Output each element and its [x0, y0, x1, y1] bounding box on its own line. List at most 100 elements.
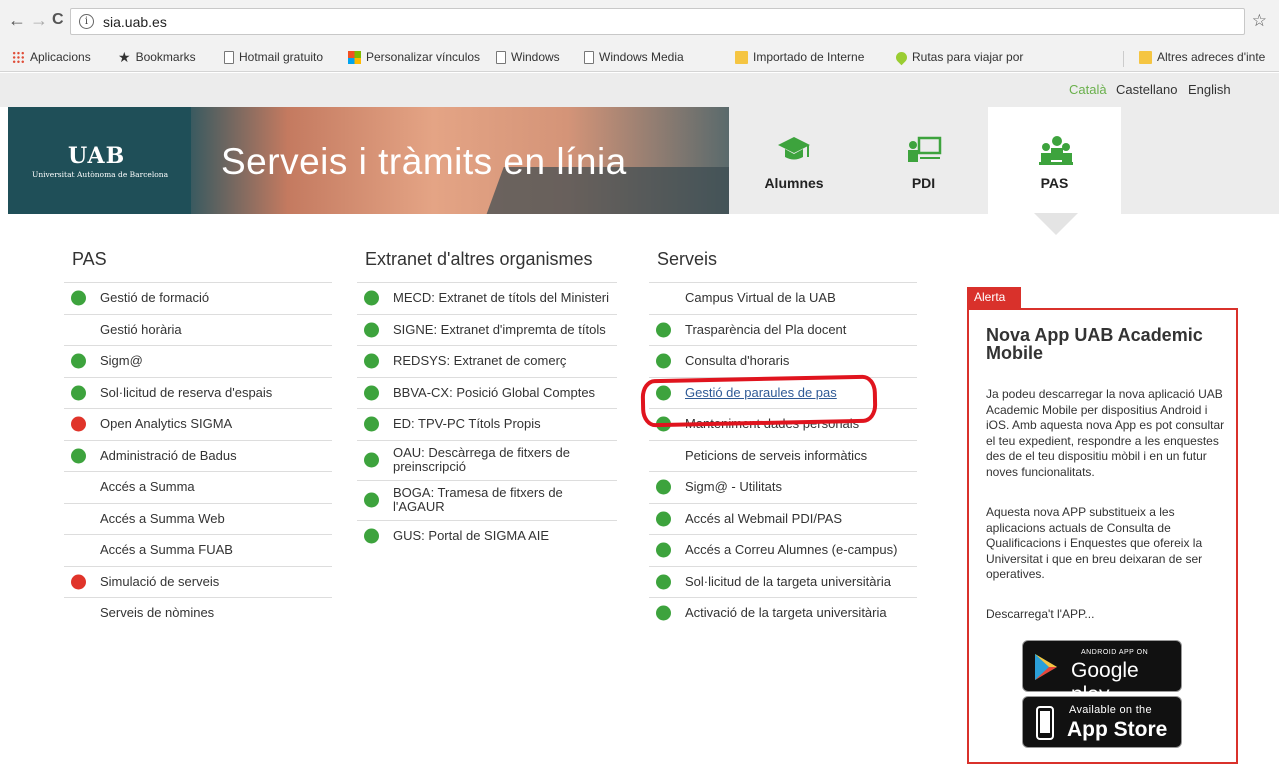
google-play-button[interactable]: ANDROID APP ON Google play: [1022, 640, 1182, 706]
list-item[interactable]: Campus Virtual de la UAB: [649, 282, 917, 314]
lang-english[interactable]: English: [1188, 82, 1231, 97]
address-bar[interactable]: i sia.uab.es: [70, 8, 1245, 35]
folder-icon: [1139, 50, 1152, 64]
status-green-icon: [656, 574, 671, 590]
google-play-icon: [1035, 654, 1057, 680]
bookmark-rutas[interactable]: Rutas para viajar por: [893, 49, 1024, 65]
list-item[interactable]: Sol·licitud de la targeta universitària: [649, 565, 917, 598]
bookmark-personalizar[interactable]: Personalizar vínculos: [348, 50, 480, 64]
item-label: Sigm@ - Utilitats: [685, 479, 782, 495]
item-label: MECD: Extranet de títols del Ministeri: [393, 290, 610, 306]
list-item[interactable]: GUS: Portal de SIGMA AIE: [357, 519, 617, 552]
status-green-icon: [364, 528, 379, 544]
list-item[interactable]: Open Analytics SIGMA: [64, 408, 332, 440]
list-item[interactable]: Trasparència del Pla docent: [649, 313, 917, 346]
lang-castellano[interactable]: Castellano: [1116, 82, 1177, 97]
forward-icon[interactable]: →: [30, 10, 48, 30]
bookmark-label: Rutas para viajar por: [912, 50, 1024, 64]
list-item[interactable]: Sol·licitud de reserva d'espais: [64, 376, 332, 409]
star-icon: ★: [118, 48, 131, 65]
site-info-icon[interactable]: i: [79, 14, 94, 29]
bookmark-separator: [1123, 51, 1124, 67]
active-tab-pointer: [1034, 213, 1078, 235]
item-label: Serveis de nòmines: [100, 605, 215, 621]
list-item[interactable]: BBVA-CX: Posició Global Comptes: [357, 376, 617, 409]
item-label: REDSYS: Extranet de comerç: [393, 353, 567, 369]
list-item[interactable]: Consulta d'horaris: [649, 345, 917, 377]
role-tabs: Alumnes PDI PAS: [729, 107, 1279, 214]
lang-catala[interactable]: Català: [1069, 82, 1107, 97]
list-item[interactable]: Simulació de serveis: [64, 565, 332, 598]
list-item[interactable]: SIGNE: Extranet d'impremta de títols: [357, 313, 617, 346]
item-label: OAU: Descàrrega de fitxers de preinscrip…: [393, 445, 571, 474]
status-green-icon: [656, 542, 671, 558]
status-green-icon: [656, 322, 671, 338]
item-label: Accés a Summa FUAB: [100, 542, 233, 558]
bookmark-label: Altres adreces d'inte: [1157, 50, 1266, 64]
bookmark-altres[interactable]: Altres adreces d'inte: [1139, 50, 1265, 64]
bookmark-label: Windows Media: [599, 50, 684, 64]
back-icon[interactable]: ←: [8, 10, 26, 30]
app-store-button[interactable]: Available on the App Store: [1022, 696, 1182, 748]
tab-pas[interactable]: PAS: [988, 107, 1121, 214]
bookmark-windows-media[interactable]: Windows Media: [584, 50, 684, 64]
list-item[interactable]: Sigm@ - Utilitats: [649, 471, 917, 503]
bookmark-hotmail[interactable]: Hotmail gratuito: [224, 50, 323, 64]
item-label: ED: TPV-PC Títols Propis: [393, 416, 541, 432]
list-item[interactable]: BOGA: Tramesa de fitxers de l'AGAUR: [357, 479, 617, 520]
list-item[interactable]: Administració de Badus: [64, 439, 332, 472]
apps-grid-icon: [12, 50, 25, 64]
status-green-icon: [364, 290, 379, 306]
bookmark-label: Bookmarks: [135, 50, 196, 64]
column-title: Extranet d'altres organismes: [365, 249, 593, 269]
list-item[interactable]: Accés a Summa: [64, 471, 332, 503]
item-label: Trasparència del Pla docent: [685, 321, 847, 337]
list-item[interactable]: MECD: Extranet de títols del Ministeri: [357, 282, 617, 314]
extranet-column: Extranet d'altres organismes MECD: Extra…: [357, 249, 617, 551]
list-item[interactable]: Gestió horària: [64, 313, 332, 346]
status-green-icon: [656, 479, 671, 495]
bookmark-bookmarks[interactable]: ★ Bookmarks: [118, 48, 196, 65]
list-item[interactable]: Peticions de serveis informàtics: [649, 439, 917, 472]
bookmark-aplicacions[interactable]: Aplicacions: [12, 50, 91, 64]
list-item[interactable]: Accés al Webmail PDI/PAS: [649, 502, 917, 535]
item-label: BOGA: Tramesa de fitxers de l'AGAUR: [393, 485, 563, 514]
alert-title: Nova App UAB Academic Mobile: [986, 325, 1203, 363]
folder-icon: [735, 50, 748, 64]
list-item[interactable]: OAU: Descàrrega de fitxers de preinscrip…: [357, 439, 617, 480]
bookmark-windows[interactable]: Windows: [496, 50, 560, 64]
status-green-icon: [71, 290, 86, 306]
list-item[interactable]: Accés a Summa FUAB: [64, 534, 332, 566]
item-label: Accés al Webmail PDI/PAS: [685, 510, 843, 526]
uab-logo[interactable]: UAB Universitat Autònoma de Barcelona: [8, 107, 191, 214]
column-title: Serveis: [657, 249, 718, 269]
list-item[interactable]: Accés a Correu Alumnes (e-campus): [649, 534, 917, 566]
alert-paragraph: Descarrega't l'APP...: [986, 607, 1095, 621]
column-title: PAS: [72, 249, 107, 269]
reload-icon[interactable]: C: [52, 10, 64, 30]
item-label: Activació de la targeta universitària: [685, 605, 887, 621]
tab-alumnes[interactable]: Alumnes: [729, 107, 859, 214]
status-green-icon: [364, 353, 379, 369]
list-item[interactable]: Gestió de formació: [64, 282, 332, 314]
status-green-icon: [364, 492, 379, 508]
status-red-icon: [71, 574, 86, 590]
list-item[interactable]: Activació de la targeta universitària: [649, 597, 917, 629]
bookmark-importado[interactable]: Importado de Interne: [735, 50, 864, 64]
item-label: Sol·licitud de reserva d'espais: [100, 384, 273, 400]
tab-label: Alumnes: [764, 175, 824, 191]
item-label: Accés a Summa Web: [100, 510, 225, 526]
list-item[interactable]: ED: TPV-PC Títols Propis: [357, 408, 617, 440]
item-label: Sigm@: [100, 353, 143, 369]
item-label: Simulació de serveis: [100, 573, 220, 589]
tab-pdi[interactable]: PDI: [859, 107, 988, 214]
list-item[interactable]: Sigm@: [64, 345, 332, 377]
bookmark-star-icon[interactable]: ☆: [1252, 12, 1267, 29]
windows-icon: [348, 50, 361, 64]
alert-paragraph: Aquesta nova APP substitueix a les aplic…: [986, 505, 1203, 581]
list-item[interactable]: Accés a Summa Web: [64, 502, 332, 535]
list-item[interactable]: REDSYS: Extranet de comerç: [357, 345, 617, 377]
bookmark-label: Windows: [511, 50, 560, 64]
list-item[interactable]: Serveis de nòmines: [64, 597, 332, 629]
url-text[interactable]: sia.uab.es: [103, 14, 167, 30]
